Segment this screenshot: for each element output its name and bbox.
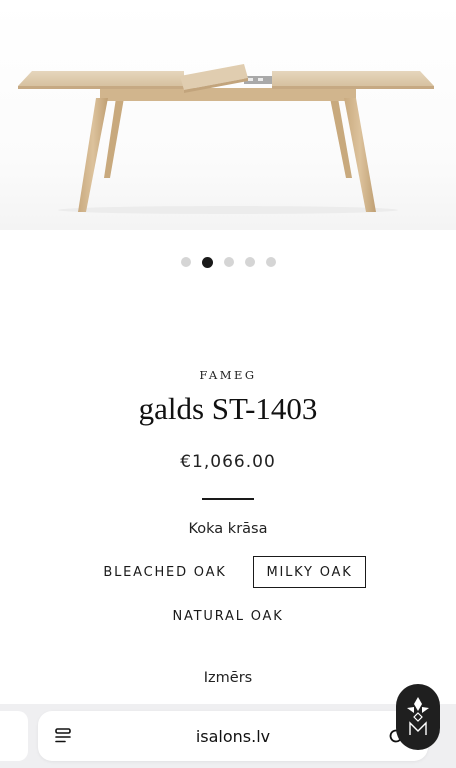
- carousel-dot[interactable]: [180, 257, 191, 267]
- option-natural-oak[interactable]: NATURAL OAK: [155, 600, 301, 632]
- carousel-dot[interactable]: [265, 257, 276, 267]
- product-price: €1,066.00: [180, 452, 276, 472]
- url-text[interactable]: isalons.lv: [38, 727, 428, 746]
- brand-logo-icon: [407, 697, 429, 735]
- product-brand[interactable]: FAMEG: [0, 368, 456, 382]
- option-milky-oak[interactable]: MILKY OAK: [253, 556, 366, 588]
- product-image[interactable]: [0, 0, 456, 230]
- previous-tab-edge[interactable]: [0, 711, 28, 761]
- address-bar[interactable]: isalons.lv: [38, 711, 428, 761]
- option-bleached-oak[interactable]: BLEACHED OAK: [92, 556, 238, 588]
- carousel-dot[interactable]: [201, 256, 213, 268]
- size-label: Izmērs: [203, 670, 253, 686]
- carousel-dot[interactable]: [223, 257, 234, 267]
- extendable-table-illustration: [18, 64, 434, 214]
- carousel-dot[interactable]: [244, 257, 255, 267]
- divider: [202, 498, 254, 500]
- brand-floating-button[interactable]: [396, 684, 440, 750]
- wood-color-label: Koka krāsa: [188, 521, 268, 537]
- product-title: galds ST-1403: [138, 391, 318, 426]
- carousel-indicators: [0, 256, 456, 268]
